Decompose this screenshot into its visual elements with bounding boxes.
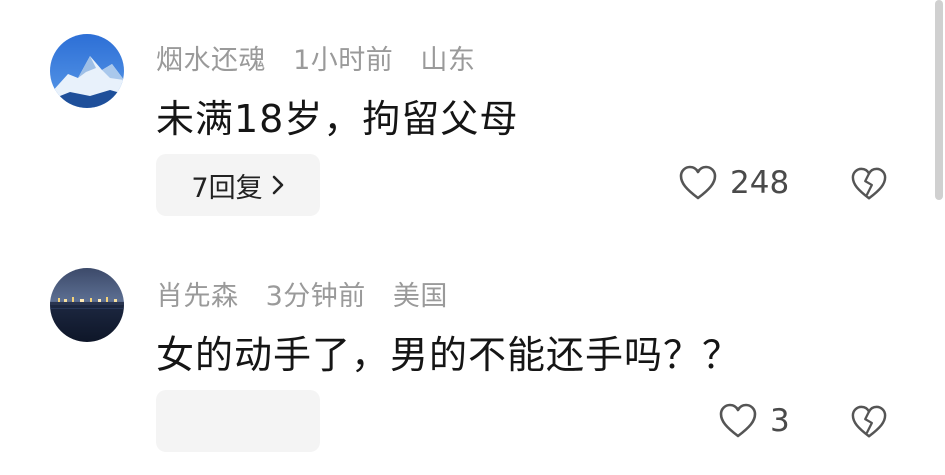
comment-item: 烟水还魂 1小时前 山东 未满18岁，拘留父母 7回复 248 (0, 0, 945, 240)
reply-placeholder[interactable] (156, 390, 320, 452)
username[interactable]: 肖先森 (156, 281, 239, 312)
broken-heart-icon[interactable] (850, 166, 888, 202)
comment-location: 美国 (392, 281, 448, 312)
view-replies-button[interactable]: 7回复 (156, 154, 320, 216)
chevron-right-icon (271, 174, 285, 196)
comment-time: 3分钟前 (265, 281, 366, 312)
avatar[interactable] (50, 34, 124, 108)
avatar[interactable] (50, 268, 124, 342)
username[interactable]: 烟水还魂 (156, 45, 266, 76)
comment-location: 山东 (420, 45, 476, 76)
like-button[interactable]: 248 (678, 164, 789, 202)
comment-text: 女的动手了，男的不能还手吗？？ (156, 333, 742, 377)
like-count: 248 (730, 165, 790, 201)
comment-time: 1小时前 (293, 45, 394, 76)
broken-heart-icon[interactable] (850, 404, 888, 440)
comment-meta: 肖先森 3分钟前 美国 (156, 274, 466, 313)
like-button[interactable]: 3 (718, 402, 790, 440)
heart-icon[interactable] (678, 164, 718, 202)
reply-label: 7回复 (191, 172, 263, 204)
comment-text: 未满18岁，拘留父母 (156, 97, 519, 141)
like-count: 3 (770, 403, 790, 439)
comment-list: 烟水还魂 1小时前 山东 未满18岁，拘留父母 7回复 248 肖先森 3分钟前… (0, 0, 945, 475)
scrollbar[interactable] (935, 0, 943, 200)
comment-meta: 烟水还魂 1小时前 山东 (156, 38, 493, 77)
comment-item: 肖先森 3分钟前 美国 女的动手了，男的不能还手吗？？ 3 (0, 240, 945, 475)
heart-icon[interactable] (718, 402, 758, 440)
